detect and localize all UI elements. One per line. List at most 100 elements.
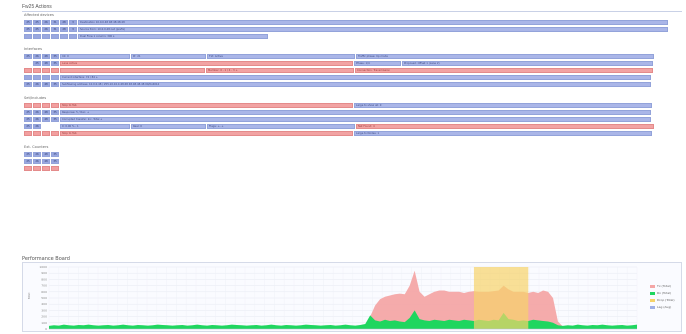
- row-index-cell[interactable]: [51, 75, 59, 80]
- row-index-cell[interactable]: 25: [24, 54, 32, 59]
- row-index-cell[interactable]: [33, 34, 41, 39]
- table-row[interactable]: 25 26 48 35 Corrupted transfer: Inc. Total +: [24, 117, 651, 122]
- table-row[interactable]: 25 25 26 31 28 3 Source from: 10.0.0.48 net (p…: [24, 27, 668, 32]
- row-index-cell[interactable]: [33, 75, 41, 80]
- row-index-cell[interactable]: 26: [33, 82, 41, 87]
- row-index-cell[interactable]: [33, 166, 41, 171]
- table-row[interactable]: Member: 0 - 1 / 4 - 3 + Connection: Trans…: [24, 68, 653, 73]
- row-index-cell[interactable]: 48: [42, 82, 50, 87]
- row-index-cell[interactable]: [24, 131, 32, 136]
- table-row[interactable]: Stop to Tab Large to Nodes: 1: [24, 131, 652, 136]
- row-index-cell[interactable]: [24, 103, 32, 108]
- row-index-cell[interactable]: 48: [42, 110, 50, 115]
- row-index-cell[interactable]: 35: [51, 110, 59, 115]
- row-index-cell[interactable]: 25: [24, 124, 32, 129]
- row-index-cell[interactable]: [33, 131, 41, 136]
- row-index-cell[interactable]: 48: [42, 117, 50, 122]
- row-index-cell[interactable]: 26: [33, 54, 41, 59]
- row-index-cell[interactable]: 26: [33, 152, 41, 157]
- row-index-cell[interactable]: [51, 103, 59, 108]
- row-index-cell[interactable]: [69, 34, 77, 39]
- row-index-cell[interactable]: 28: [60, 27, 68, 32]
- table-row[interactable]: 25 26 48 35 Subflowing address: 10.0.0.48 / …: [24, 82, 651, 87]
- row-index-cell[interactable]: 25: [24, 152, 32, 157]
- row-index-cell[interactable]: 48: [42, 61, 50, 66]
- row-index-cell[interactable]: 25: [24, 20, 32, 25]
- row-index-cell[interactable]: 26: [42, 27, 50, 32]
- row-index-cell[interactable]: [51, 68, 59, 73]
- row-index-cell[interactable]: [42, 131, 50, 136]
- row-index-cell[interactable]: 28: [60, 20, 68, 25]
- table-row[interactable]: Current interface: 74 / 84 +: [24, 75, 651, 80]
- row-index-cell[interactable]: 48: [42, 152, 50, 157]
- row-index-cell[interactable]: [24, 34, 32, 39]
- table-row[interactable]: 25 26 48 35: [24, 159, 59, 164]
- row-index-cell[interactable]: 3: [69, 20, 77, 25]
- drop-highlight-band[interactable]: [473, 267, 529, 329]
- row-value-cell: Response: 5 / Run: +: [60, 110, 651, 115]
- row-index-cell[interactable]: 3: [69, 27, 77, 32]
- row-value-cell: Flags: +- +: [207, 124, 355, 129]
- row-index-cell[interactable]: [24, 68, 32, 73]
- row-index-cell[interactable]: 26: [33, 159, 41, 164]
- row-index-cell[interactable]: 25: [33, 20, 41, 25]
- row-index-cell[interactable]: [51, 166, 59, 171]
- row-index-cell[interactable]: 35: [51, 61, 59, 66]
- section-divider: [22, 11, 682, 12]
- legend-item[interactable]: Rx (Total): [650, 291, 675, 295]
- row-index-cell[interactable]: 25: [24, 117, 32, 122]
- row-index-cell[interactable]: 25: [24, 110, 32, 115]
- row-index-cell[interactable]: [42, 103, 50, 108]
- row-index-cell[interactable]: [42, 75, 50, 80]
- row-index-cell[interactable]: 35: [51, 54, 59, 59]
- row-index-cell[interactable]: 25: [33, 61, 41, 66]
- row-index-cell[interactable]: 26: [42, 20, 50, 25]
- row-index-cell[interactable]: 25: [24, 159, 32, 164]
- row-index-cell[interactable]: [24, 61, 32, 66]
- row-index-cell[interactable]: 35: [51, 152, 59, 157]
- row-index-cell[interactable]: 48: [42, 54, 50, 59]
- legend-swatch: [650, 298, 655, 302]
- legend-item[interactable]: Tx (Total): [650, 284, 675, 288]
- legend-item[interactable]: Lag (Avg): [650, 305, 675, 309]
- y-tick-label: 700: [41, 284, 47, 288]
- row-index-cell[interactable]: 26: [33, 124, 41, 129]
- row-index-cell[interactable]: 35: [51, 82, 59, 87]
- row-index-cell[interactable]: [51, 34, 59, 39]
- legend-item[interactable]: Drop (Total): [650, 298, 675, 302]
- row-index-cell[interactable]: [42, 34, 50, 39]
- row-index-cell[interactable]: 26: [33, 110, 41, 115]
- table-row[interactable]: 25 25 26 31 28 3 Destination 10.0.0.48 48:48:4…: [24, 20, 668, 25]
- row-index-cell[interactable]: [24, 75, 32, 80]
- row-index-cell[interactable]: [51, 124, 59, 129]
- row-index-cell[interactable]: [60, 34, 68, 39]
- table-row[interactable]: 25 26 48 35 Int: 0 Pr: 21 Txt: Active Traffic p…: [24, 54, 654, 59]
- row-index-cell[interactable]: [42, 166, 50, 171]
- row-index-cell[interactable]: 35: [51, 117, 59, 122]
- row-index-cell[interactable]: 48: [42, 159, 50, 164]
- row-index-cell[interactable]: 35: [51, 159, 59, 164]
- row-index-cell[interactable]: 25: [24, 27, 32, 32]
- table-row[interactable]: 25 26 48 35 Response: 5 / Run: +: [24, 110, 651, 115]
- legend-swatch: [650, 291, 655, 295]
- row-index-cell[interactable]: 25: [24, 82, 32, 87]
- row-index-cell[interactable]: [42, 124, 50, 129]
- row-index-cell[interactable]: [24, 166, 32, 171]
- performance-chart[interactable]: 10009008007006005004003002001000Mbit: [23, 263, 683, 333]
- table-row[interactable]: 25 26 0: 0.00 % - 1 Real: 0 Flags: +- + Net F…: [24, 124, 654, 129]
- y-tick-label: 600: [41, 290, 47, 294]
- table-row[interactable]: Dual Flow 1 column: 300 s: [24, 34, 268, 39]
- table-row[interactable]: 25 48 35 Lane Active Phase: 1/4 Proposed: Off…: [24, 61, 653, 66]
- table-row[interactable]: 25 26 48 35: [24, 152, 59, 157]
- table-row[interactable]: [24, 166, 59, 171]
- group-label: Interfaces: [24, 47, 42, 51]
- row-index-cell[interactable]: 31: [51, 27, 59, 32]
- row-index-cell[interactable]: [51, 131, 59, 136]
- row-index-cell[interactable]: 31: [51, 20, 59, 25]
- row-index-cell[interactable]: [33, 68, 41, 73]
- row-index-cell[interactable]: [33, 103, 41, 108]
- row-index-cell[interactable]: 25: [33, 27, 41, 32]
- row-index-cell[interactable]: 26: [33, 117, 41, 122]
- row-index-cell[interactable]: [42, 68, 50, 73]
- table-row[interactable]: Stop to Tab Large to show all: 0: [24, 103, 652, 108]
